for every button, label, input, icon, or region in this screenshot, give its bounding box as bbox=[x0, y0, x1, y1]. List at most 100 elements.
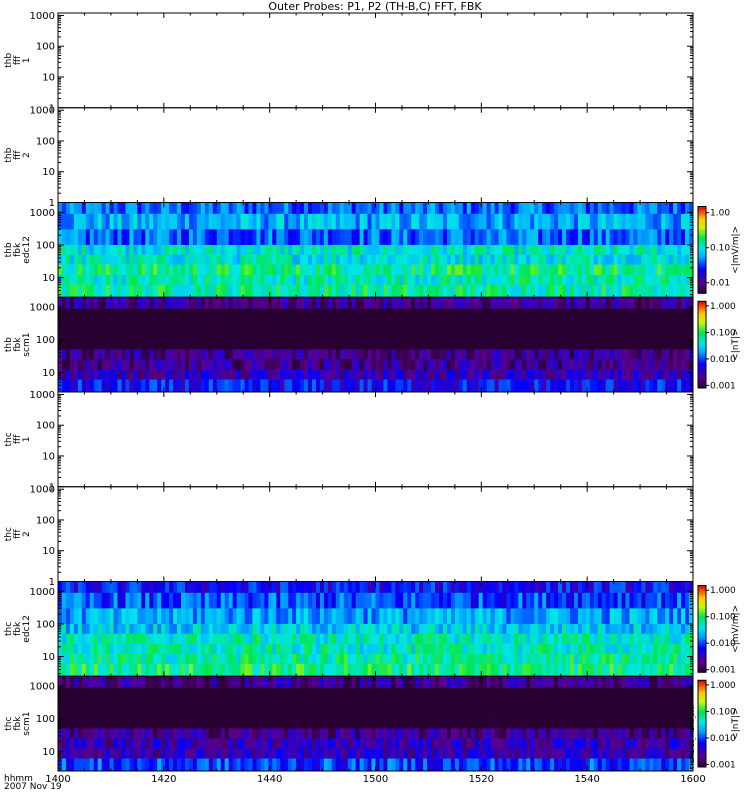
heatmap-cell bbox=[498, 608, 503, 625]
heatmap-cell bbox=[486, 349, 491, 360]
heatmap-cell bbox=[534, 264, 539, 276]
heatmap-cell bbox=[569, 654, 575, 665]
y-axis-label-line: 2 bbox=[22, 152, 32, 158]
heatmap-cell bbox=[379, 643, 384, 655]
heatmap-cell bbox=[268, 349, 273, 360]
heatmap-cell bbox=[97, 369, 103, 380]
heatmap-cell bbox=[403, 359, 408, 371]
heatmap-cell bbox=[192, 275, 198, 286]
heatmap-cell bbox=[331, 202, 337, 215]
y-tick-label: 10 bbox=[42, 167, 55, 178]
heatmap-cell bbox=[645, 297, 650, 309]
heatmap-cell bbox=[566, 654, 571, 665]
heatmap-cell bbox=[125, 339, 130, 350]
heatmap-cell bbox=[415, 254, 420, 265]
heatmap-cell bbox=[526, 324, 531, 341]
heatmap-cell bbox=[276, 229, 281, 246]
heatmap-cell bbox=[411, 654, 416, 665]
heatmap-cell bbox=[161, 359, 166, 371]
heatmap-cell bbox=[173, 623, 178, 635]
heatmap-cell bbox=[165, 369, 170, 380]
heatmap-cell bbox=[129, 254, 134, 265]
heatmap-cell bbox=[61, 213, 67, 230]
heatmap-cell bbox=[58, 359, 63, 371]
heatmap-cell bbox=[177, 663, 182, 677]
heatmap-cell bbox=[510, 244, 515, 256]
heatmap-cell bbox=[185, 581, 190, 594]
heatmap-cell bbox=[470, 379, 476, 393]
heatmap-cell bbox=[256, 581, 261, 594]
heatmap-cell bbox=[216, 202, 222, 215]
heatmap-cell bbox=[482, 202, 488, 215]
heatmap-cell bbox=[581, 229, 587, 246]
heatmap-cell bbox=[256, 308, 261, 325]
heatmap-cell bbox=[601, 297, 607, 309]
heatmap-cell bbox=[272, 264, 277, 276]
heatmap-cell bbox=[228, 297, 234, 309]
heatmap-cell bbox=[439, 297, 444, 309]
heatmap-cell bbox=[181, 213, 186, 230]
heatmap-cell bbox=[601, 581, 607, 594]
heatmap-cell bbox=[335, 308, 341, 325]
heatmap-cell bbox=[77, 369, 83, 380]
heatmap-cell bbox=[562, 633, 567, 644]
heatmap-cell bbox=[327, 275, 333, 286]
heatmap-cell bbox=[268, 359, 273, 371]
heatmap-cell bbox=[546, 213, 551, 230]
heatmap-cell bbox=[260, 654, 265, 665]
heatmap-cell bbox=[534, 608, 539, 625]
heatmap-cell bbox=[538, 297, 543, 309]
heatmap-cell bbox=[431, 592, 436, 609]
heatmap-cell bbox=[260, 369, 265, 380]
heatmap-cell bbox=[439, 654, 444, 665]
heatmap-cell bbox=[327, 623, 333, 635]
heatmap-cell bbox=[85, 202, 91, 215]
heatmap-cell bbox=[331, 643, 337, 655]
heatmap-cell bbox=[157, 643, 162, 655]
heatmap-cell bbox=[327, 202, 333, 215]
y-tick-label: 100 bbox=[36, 136, 55, 147]
heatmap-cell bbox=[645, 308, 650, 325]
heatmap-cell bbox=[228, 264, 234, 276]
heatmap-cell bbox=[236, 654, 241, 665]
heatmap-cell bbox=[312, 308, 317, 325]
heatmap-cell bbox=[506, 654, 511, 665]
heatmap-cell bbox=[129, 379, 134, 393]
heatmap-cell bbox=[427, 633, 432, 644]
heatmap-cell bbox=[331, 254, 337, 265]
heatmap-cell bbox=[566, 369, 571, 380]
heatmap-cell bbox=[581, 349, 587, 360]
heatmap-cell bbox=[478, 308, 484, 325]
heatmap-cell bbox=[577, 581, 583, 594]
heatmap-cell bbox=[518, 229, 523, 246]
heatmap-cell bbox=[284, 254, 289, 265]
heatmap-cell bbox=[514, 633, 519, 644]
heatmap-cell bbox=[145, 213, 150, 230]
heatmap-cell bbox=[375, 275, 380, 286]
heatmap-cell bbox=[581, 244, 587, 256]
heatmap-cell bbox=[173, 359, 178, 371]
heatmap-cell bbox=[423, 654, 428, 665]
heatmap-cell bbox=[653, 592, 658, 609]
heatmap-cell bbox=[97, 244, 103, 256]
heatmap-cell bbox=[173, 608, 178, 625]
heatmap-cell bbox=[510, 264, 515, 276]
heatmap-cell bbox=[192, 244, 198, 256]
heatmap-cell bbox=[629, 297, 634, 309]
heatmap-cell bbox=[470, 581, 476, 594]
heatmap-cell bbox=[173, 369, 178, 380]
y-axis-label: thb fbk scm1 bbox=[4, 333, 32, 357]
heatmap-cell bbox=[482, 581, 488, 594]
heatmap-cell bbox=[625, 369, 630, 380]
heatmap-cell bbox=[69, 359, 75, 371]
heatmap-cell bbox=[216, 581, 222, 594]
heatmap-cell bbox=[308, 213, 313, 230]
heatmap-cell bbox=[200, 633, 206, 644]
heatmap-cell bbox=[137, 663, 142, 677]
heatmap-cell bbox=[173, 663, 178, 677]
heatmap-cell bbox=[359, 633, 364, 644]
heatmap-cell bbox=[185, 623, 190, 635]
heatmap-cell bbox=[327, 229, 333, 246]
heatmap-cell bbox=[569, 339, 575, 350]
heatmap-cell bbox=[113, 213, 118, 230]
